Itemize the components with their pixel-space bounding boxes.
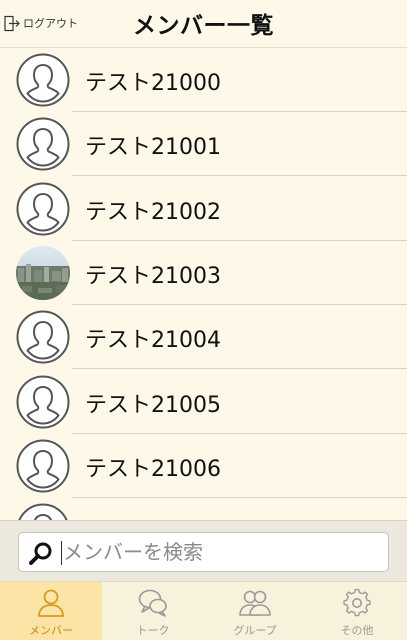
city-photo xyxy=(16,246,70,300)
member-row[interactable]: テスト21004 xyxy=(0,305,407,369)
member-name: テスト21004 xyxy=(85,328,221,353)
avatar xyxy=(16,53,70,107)
row-divider xyxy=(72,368,407,369)
member-name: テスト21006 xyxy=(85,457,221,482)
avatar xyxy=(16,117,70,171)
avatar xyxy=(16,503,70,520)
member-list[interactable]: テスト21000 テスト21001 テスト21002 テスト21003 テスト2… xyxy=(0,48,407,520)
member-row[interactable]: テスト21005 xyxy=(0,370,407,434)
tab-groups[interactable]: グループ xyxy=(204,582,306,640)
avatar xyxy=(16,439,70,493)
default-person-icon xyxy=(18,503,68,520)
search-icon xyxy=(29,542,52,565)
default-person-icon xyxy=(16,375,70,429)
avatar xyxy=(16,182,70,236)
default-person-icon xyxy=(16,439,70,493)
row-divider xyxy=(72,175,407,176)
search-bar xyxy=(0,520,407,581)
avatar xyxy=(16,246,70,300)
member-row[interactable] xyxy=(0,498,407,520)
gear-icon xyxy=(343,588,371,617)
tab-talk[interactable]: トーク xyxy=(102,582,204,640)
group-icon xyxy=(239,590,271,616)
member-name: テスト21005 xyxy=(85,393,221,418)
default-person-icon xyxy=(16,182,70,236)
search-box[interactable] xyxy=(18,532,389,572)
tab-other[interactable]: その他 xyxy=(306,582,407,640)
page-title: メンバー一覧 xyxy=(133,13,274,39)
tab-bar: メンバー トーク グループ その他 xyxy=(0,581,407,640)
member-name: テスト21000 xyxy=(85,71,221,96)
default-person-icon xyxy=(16,53,70,107)
avatar xyxy=(16,375,70,429)
text-cursor xyxy=(61,541,62,565)
chat-bubbles-icon xyxy=(138,589,167,617)
avatar xyxy=(16,310,70,364)
default-person-icon xyxy=(16,310,70,364)
member-row[interactable]: テスト21000 xyxy=(0,48,407,112)
default-person-icon xyxy=(16,117,70,171)
member-name: テスト21002 xyxy=(85,200,221,225)
tab-label: メンバー xyxy=(29,624,73,637)
member-row[interactable]: テスト21003 xyxy=(0,241,407,305)
member-row[interactable]: テスト21001 xyxy=(0,112,407,176)
member-row[interactable]: テスト21002 xyxy=(0,177,407,241)
member-name: テスト21001 xyxy=(85,135,221,160)
header-bar: ログアウト メンバー一覧 xyxy=(0,0,407,48)
person-icon xyxy=(38,589,64,617)
member-name: テスト21003 xyxy=(85,264,221,289)
member-row[interactable]: テスト21006 xyxy=(0,434,407,498)
tab-label: グループ xyxy=(233,624,277,637)
search-input[interactable] xyxy=(63,537,383,567)
tab-label: トーク xyxy=(136,624,170,637)
tab-label: その他 xyxy=(340,624,374,637)
tab-members[interactable]: メンバー xyxy=(0,582,102,640)
